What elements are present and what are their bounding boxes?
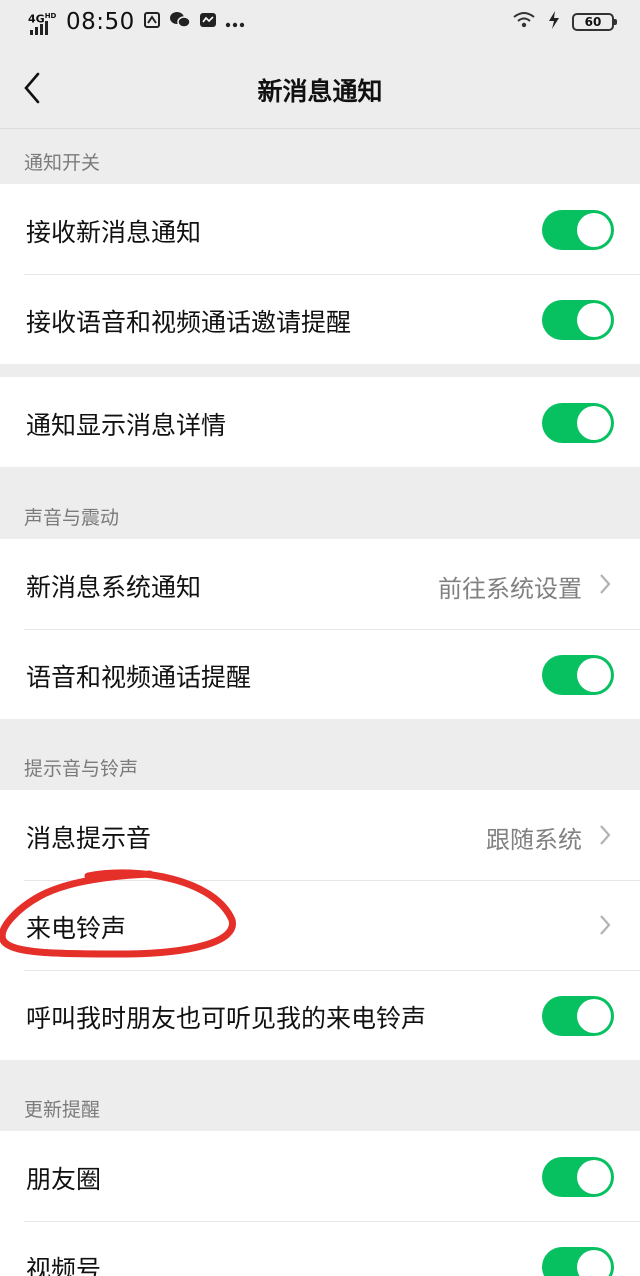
chevron-right-icon — [600, 825, 611, 845]
toggle-moments[interactable] — [542, 1157, 614, 1197]
battery-indicator: 60 — [572, 13, 617, 31]
row-label: 接收新消息通知 — [26, 218, 202, 247]
row-moments[interactable]: 朋友圈 — [0, 1131, 640, 1221]
row-ringtone[interactable]: 来电铃声 — [0, 880, 640, 970]
row-channels[interactable]: 视频号 — [0, 1221, 640, 1276]
message-icon — [199, 11, 217, 34]
wechat-icon — [169, 11, 191, 34]
wifi-icon — [512, 11, 536, 33]
page-title: 新消息通知 — [257, 77, 383, 106]
row-label: 视频号 — [26, 1255, 102, 1276]
row-friend-hear-ringtone[interactable]: 呼叫我时朋友也可听见我的来电铃声 — [0, 970, 640, 1060]
nav-bar: 新消息通知 — [0, 48, 640, 129]
group-details: 通知显示消息详情 — [0, 377, 640, 467]
row-system-notify[interactable]: 新消息系统通知 前往系统设置 — [0, 539, 640, 629]
row-show-details[interactable]: 通知显示消息详情 — [0, 377, 640, 467]
row-value: 跟随系统 — [486, 826, 582, 854]
row-label: 通知显示消息详情 — [26, 411, 227, 440]
section-header-update-reminder: 更新提醒 — [24, 1099, 101, 1121]
row-label: 消息提示音 — [26, 824, 152, 853]
section-header-sound-vibrate: 声音与震动 — [24, 507, 120, 529]
row-label: 语音和视频通话提醒 — [26, 663, 252, 692]
row-receive-new[interactable]: 接收新消息通知 — [0, 184, 640, 274]
row-message-tone[interactable]: 消息提示音 跟随系统 — [0, 790, 640, 880]
row-label: 接收语音和视频通话邀请提醒 — [26, 308, 352, 337]
charging-icon — [548, 11, 560, 33]
toggle-receive-call-invite[interactable] — [542, 300, 614, 340]
toggle-receive-new[interactable] — [542, 210, 614, 250]
chevron-right-icon — [600, 915, 611, 935]
group-notify-switch: 接收新消息通知 接收语音和视频通话邀请提醒 — [0, 184, 640, 364]
row-receive-call-invite[interactable]: 接收语音和视频通话邀请提醒 — [0, 274, 640, 364]
toggle-call-reminder[interactable] — [542, 655, 614, 695]
row-label: 来电铃声 — [26, 914, 127, 943]
section-header-tone-ringtone: 提示音与铃声 — [24, 758, 139, 780]
group-tone-ringtone: 消息提示音 跟随系统 来电铃声 呼叫我时朋友也可听见我的来电铃声 — [0, 790, 640, 1060]
row-call-reminder[interactable]: 语音和视频通话提醒 — [0, 629, 640, 719]
toggle-channels[interactable] — [542, 1247, 614, 1276]
section-header-notify-switch: 通知开关 — [24, 152, 101, 174]
cellular-signal-icon: 4GHD — [28, 9, 58, 35]
row-value: 前往系统设置 — [438, 575, 582, 603]
toggle-friend-hear-ringtone[interactable] — [542, 996, 614, 1036]
more-icon — [225, 12, 245, 33]
status-bar: 4GHD 08:50 60 — [0, 0, 640, 48]
row-label: 新消息系统通知 — [26, 573, 202, 602]
row-label: 呼叫我时朋友也可听见我的来电铃声 — [26, 1004, 427, 1033]
toggle-show-details[interactable] — [542, 403, 614, 443]
row-label: 朋友圈 — [26, 1165, 102, 1194]
chevron-right-icon — [600, 574, 611, 594]
status-time: 08:50 — [66, 9, 135, 35]
sim-icon — [143, 11, 161, 34]
group-update-reminder: 朋友圈 视频号 — [0, 1131, 640, 1276]
group-sound-vibrate: 新消息系统通知 前往系统设置 语音和视频通话提醒 — [0, 539, 640, 719]
